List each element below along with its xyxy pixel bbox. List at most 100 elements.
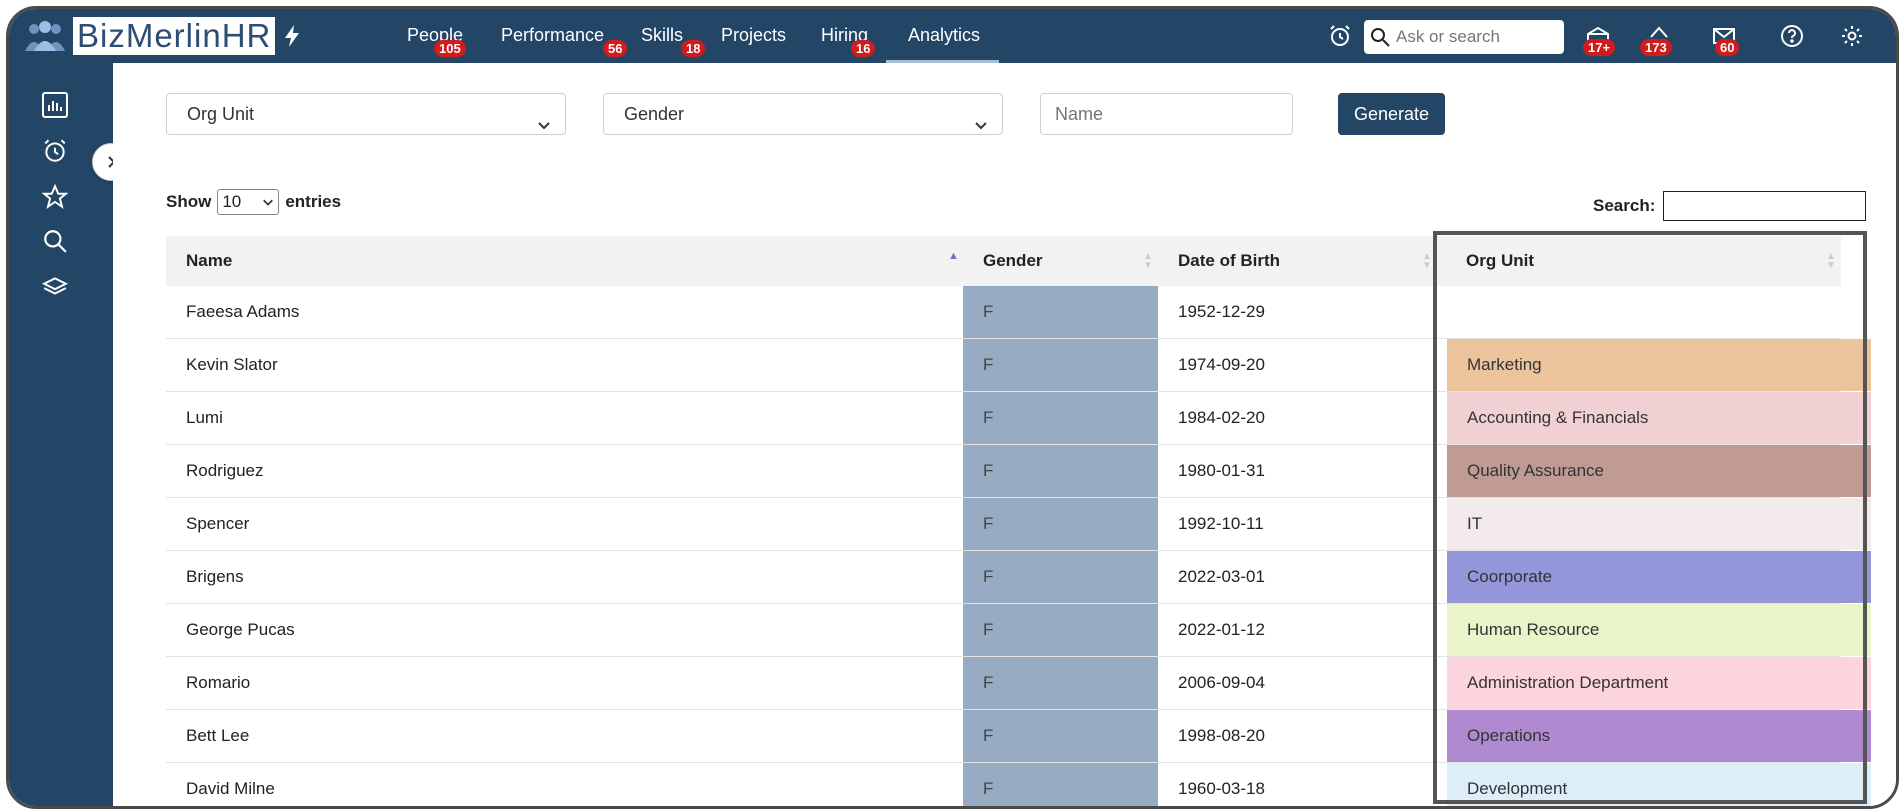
messages-badge: 60 [1715, 39, 1740, 56]
dob-cell: 2006-09-04 [1178, 673, 1265, 692]
entries-length-control: Show 10 entries [166, 189, 341, 215]
sort-icon[interactable]: ▲ ▼ [1826, 252, 1836, 271]
entries-label: entries [285, 192, 342, 211]
chevron-down-icon [974, 106, 988, 146]
table-row[interactable]: Brigens F 2022-03-01 Coorporate [166, 551, 1871, 604]
name-cell: Spencer [186, 514, 250, 533]
nav-performance-label: Performance [501, 25, 605, 45]
inbox-badge: 17+ [1583, 39, 1616, 56]
alarm-clock-icon[interactable] [39, 135, 71, 167]
notifications-icon[interactable]: 173 [1640, 21, 1674, 56]
org-unit-cell: Development [1447, 763, 1871, 806]
nav-hiring[interactable]: Hiring 16 [821, 9, 876, 63]
nav-skills-label: Skills [641, 25, 684, 45]
table-row[interactable]: Rodriguez F 1980-01-31 Quality Assurance [166, 445, 1871, 498]
org-unit-cell: IT [1447, 498, 1871, 550]
bar-chart-icon[interactable] [39, 89, 71, 121]
dob-cell: 1960-03-18 [1178, 779, 1265, 798]
dob-cell: 1980-01-31 [1178, 461, 1265, 480]
settings-gear-icon[interactable] [1837, 21, 1867, 51]
name-cell: Rodriguez [186, 461, 264, 480]
table-row[interactable]: George Pucas F 2022-01-12 Human Resource [166, 604, 1871, 657]
sort-icon[interactable]: ▲ ▼ [1143, 252, 1153, 271]
mail-icon[interactable]: 60 [1709, 21, 1740, 56]
table-row[interactable]: Faeesa Adams F 1952-12-29 [166, 286, 1871, 339]
gender-cell: F [963, 551, 1158, 603]
alarm-clock-icon[interactable] [1325, 21, 1355, 51]
dob-cell: 2022-03-01 [1178, 567, 1265, 586]
app-logo[interactable]: BizMerlinHR [23, 17, 276, 55]
org-unit-select[interactable]: Org Unit [166, 93, 566, 135]
table-row[interactable]: Kevin Slator F 1974-09-20 Marketing [166, 339, 1871, 392]
table-body: Faeesa Adams F 1952-12-29 Kevin Slator F 1974… [166, 286, 1871, 806]
table-row[interactable]: Lumi F 1984-02-20 Accounting & Financials [166, 392, 1871, 445]
gender-cell: F [963, 445, 1158, 497]
generate-button[interactable]: Generate [1338, 93, 1445, 135]
gender-cell: F [963, 286, 1158, 338]
entries-select-value: 10 [222, 192, 242, 211]
column-header-dob[interactable]: Date of Birth [1178, 236, 1280, 286]
nav-performance[interactable]: Performance 56 [501, 9, 628, 63]
table-search-input[interactable] [1663, 191, 1867, 221]
nav-performance-badge: 56 [603, 40, 628, 57]
show-label: Show [166, 192, 212, 211]
table-header: Name ▲ Gender ▲ ▼ Date of Birth ▲ ▼ Org Un… [166, 236, 1841, 286]
help-icon[interactable] [1777, 21, 1807, 51]
app-window: BizMerlinHR People 105 Performance 56 Sk… [6, 6, 1899, 809]
sort-icon[interactable]: ▲ ▼ [1422, 252, 1432, 271]
name-cell: Faeesa Adams [186, 302, 300, 321]
table-row[interactable]: Romario F 2006-09-04 Administration Departm… [166, 657, 1871, 710]
column-header-org-unit[interactable]: Org Unit [1466, 236, 1534, 286]
table-row[interactable]: Spencer F 1992-10-11 IT [166, 498, 1871, 551]
layers-icon[interactable] [39, 271, 71, 303]
nav-skills[interactable]: Skills 18 [641, 9, 706, 63]
gender-select[interactable]: Gender [603, 93, 1003, 135]
name-cell: Lumi [186, 408, 223, 427]
dob-cell: 1998-08-20 [1178, 726, 1265, 745]
gender-cell: F [963, 763, 1158, 806]
org-unit-cell: Coorporate [1447, 551, 1871, 603]
chevron-down-icon [262, 196, 274, 208]
sort-asc-icon[interactable]: ▲ [948, 251, 959, 262]
table-row[interactable]: Bett Lee F 1998-08-20 Operations [166, 710, 1871, 763]
name-cell: Romario [186, 673, 251, 692]
gender-cell: F [963, 339, 1158, 391]
app-title: BizMerlinHR [73, 17, 276, 55]
nav-analytics[interactable]: Analytics [908, 9, 980, 63]
nav-people[interactable]: People 105 [407, 9, 466, 63]
gender-cell: F [963, 710, 1158, 762]
inbox-icon[interactable]: 17+ [1583, 21, 1616, 56]
name-filter-input[interactable] [1040, 93, 1293, 135]
gender-cell: F [963, 657, 1158, 709]
global-search[interactable] [1364, 20, 1564, 54]
dob-cell: 2022-01-12 [1178, 620, 1265, 639]
nav-projects[interactable]: Projects [721, 9, 786, 63]
nav-analytics-label: Analytics [908, 25, 981, 45]
lightning-icon[interactable] [277, 21, 307, 51]
table-row[interactable]: David Milne F 1960-03-18 Development [166, 763, 1871, 806]
column-header-gender[interactable]: Gender [983, 236, 1043, 286]
column-header-name[interactable]: Name [186, 236, 232, 286]
org-unit-cell: Administration Department [1447, 657, 1871, 709]
global-search-input[interactable] [1394, 26, 1558, 48]
entries-select[interactable]: 10 [217, 189, 280, 215]
nav-people-badge: 105 [434, 40, 466, 57]
search-icon[interactable] [39, 225, 71, 257]
org-unit-cell: Human Resource [1447, 604, 1871, 656]
table-search-label: Search: [1593, 196, 1656, 215]
dob-cell: 1952-12-29 [1178, 302, 1265, 321]
dob-cell: 1984-02-20 [1178, 408, 1265, 427]
name-cell: Brigens [186, 567, 244, 586]
org-unit-cell [1447, 286, 1871, 338]
org-unit-cell: Accounting & Financials [1447, 392, 1871, 444]
gender-cell: F [963, 498, 1158, 550]
star-icon[interactable] [39, 181, 71, 213]
chevron-down-icon [537, 106, 551, 146]
main-content: Org Unit Gender Generate Show 10 entries [113, 63, 1896, 806]
nav-projects-label: Projects [721, 25, 787, 45]
notifications-badge: 173 [1640, 39, 1672, 56]
dob-cell: 1992-10-11 [1178, 514, 1264, 533]
people-logo-icon [23, 17, 67, 55]
top-navbar: BizMerlinHR People 105 Performance 56 Sk… [9, 9, 1896, 63]
org-unit-cell: Operations [1447, 710, 1871, 762]
